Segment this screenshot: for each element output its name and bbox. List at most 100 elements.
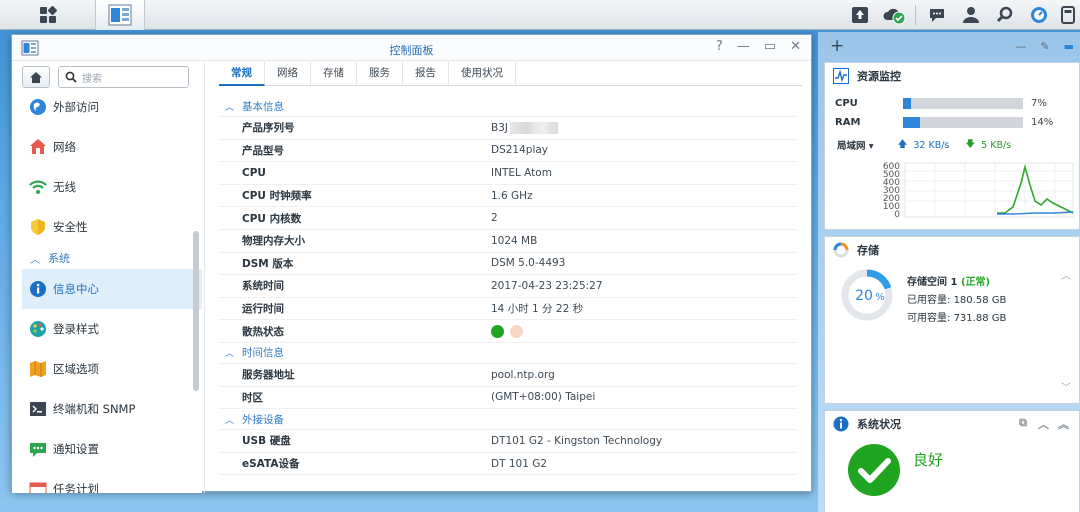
- sidebar-section-system[interactable]: ︿ 系统: [22, 247, 202, 269]
- user-button[interactable]: [954, 0, 988, 30]
- widget-panel-icon: [1061, 6, 1075, 24]
- sidebar-item-external-access[interactable]: 外部访问: [22, 87, 202, 127]
- chevron-up-icon: ︿: [225, 415, 235, 426]
- minimize-button[interactable]: —: [737, 39, 750, 54]
- cpu-percent: 7%: [1031, 98, 1047, 109]
- widget-panel: + — ✎ ▬ 资源监控 CPU 7% RAM 14% 局域网 ▾ 🡅 32 K…: [818, 32, 1080, 512]
- taskbar-divider: [915, 5, 916, 25]
- dashboard-button[interactable]: [1022, 0, 1056, 30]
- section-title: 基本信息: [242, 100, 285, 113]
- row-key: CPU 内核数: [242, 212, 302, 225]
- widget-panel-button[interactable]: [1056, 0, 1080, 30]
- chat-button[interactable]: [920, 0, 954, 30]
- control-panel-window: 控制面板 ? — ▭ ✕ 搜索 外部访问 网络 无线 安全性 ︿ 系统 信息中心…: [11, 34, 812, 493]
- close-button[interactable]: ✕: [790, 39, 801, 54]
- section-title: 时间信息: [242, 347, 285, 360]
- section-external-devices[interactable]: ︿ 外接设备: [219, 409, 797, 431]
- home-button[interactable]: [22, 66, 50, 88]
- tab-storage[interactable]: 存储: [311, 62, 357, 86]
- sidebar-scrollbar[interactable]: [193, 231, 199, 391]
- scroll-up-arrow[interactable]: ︿: [1061, 267, 1071, 282]
- sidebar-item-label: 任务计划: [53, 482, 99, 493]
- section-title: 外接设备: [242, 413, 285, 426]
- network-speed-row: 局域网 ▾ 🡅 32 KB/s 🡇 5 KB/s: [837, 137, 1011, 153]
- used-capacity-value: 180.58 GB: [953, 295, 1007, 306]
- scroll-down-arrow[interactable]: ﹀: [1061, 379, 1071, 394]
- wifi-icon: [28, 177, 48, 197]
- control-panel-taskbar-button[interactable]: [95, 0, 145, 30]
- row-value: DT 101 G2: [491, 457, 548, 470]
- sidebar-search-input[interactable]: 搜索: [58, 66, 189, 88]
- cpu-progress-bar: [903, 98, 1023, 109]
- system-health-header[interactable]: 系统状况 ⧉ ︿ ︽: [825, 411, 1079, 437]
- ram-label: RAM: [835, 117, 861, 128]
- tab-general[interactable]: 常规: [219, 62, 265, 86]
- window-titlebar[interactable]: 控制面板 ? — ▭ ✕: [12, 35, 811, 61]
- network-select[interactable]: 局域网 ▾: [837, 138, 874, 152]
- home-icon: [30, 71, 42, 83]
- minimize-widgets-button[interactable]: —: [1015, 40, 1026, 53]
- grid-icon: [39, 5, 57, 23]
- row-key: 时区: [242, 391, 263, 404]
- cloud-status-button[interactable]: [877, 0, 911, 30]
- thermal-status-dot-normal: [491, 324, 504, 338]
- terminal-icon: [28, 399, 48, 419]
- table-row: CPU 时钟频率 1.6 GHz: [219, 185, 797, 208]
- sidebar-item-network[interactable]: 网络: [22, 127, 202, 167]
- tab-usage[interactable]: 使用状况: [449, 62, 516, 86]
- help-button[interactable]: ?: [716, 39, 723, 54]
- info-center-content: 常规 网络 存储 服务 报告 使用状况 ︿ 基本信息 产品序列号 B3J 产品型…: [204, 62, 811, 493]
- sidebar-item-regional-options[interactable]: 区域选项: [22, 349, 202, 389]
- section-time-info[interactable]: ︿ 时间信息: [219, 343, 797, 364]
- pin-icon[interactable]: ✎: [1040, 40, 1049, 53]
- section-basic-info[interactable]: ︿ 基本信息: [219, 96, 797, 117]
- sidebar-item-task-scheduler[interactable]: 任务计划: [22, 469, 202, 493]
- sidebar-item-label: 通知设置: [53, 442, 99, 456]
- sidebar-item-login-style[interactable]: 登录样式: [22, 309, 202, 349]
- sidebar-item-label: 无线: [53, 180, 76, 194]
- search-button[interactable]: [988, 0, 1022, 30]
- open-window-icon[interactable]: ⧉: [1019, 416, 1027, 430]
- chevron-up-icon: ︿: [225, 349, 235, 360]
- tab-network[interactable]: 网络: [265, 62, 311, 86]
- search-placeholder: 搜索: [82, 73, 102, 85]
- table-row: 产品序列号 B3J: [219, 117, 797, 140]
- download-speed: 5 KB/s: [981, 139, 1012, 151]
- add-widget-button[interactable]: +: [830, 36, 844, 56]
- free-capacity-value: 731.88 GB: [953, 313, 1007, 324]
- resource-monitor-header[interactable]: 资源监控: [825, 63, 1079, 89]
- storage-donut-chart: 20 %: [841, 269, 893, 321]
- widget-layout-icon[interactable]: ▬: [1064, 40, 1074, 53]
- collapse-all-icon[interactable]: ︽: [1058, 416, 1069, 432]
- row-key: 运行时间: [242, 303, 284, 316]
- row-key: 系统时间: [242, 280, 284, 293]
- resource-monitor-icon: [833, 68, 849, 84]
- main-menu-button[interactable]: [0, 0, 95, 30]
- collapse-icon[interactable]: ︿: [1038, 416, 1049, 432]
- tab-services[interactable]: 服务: [357, 62, 403, 86]
- info-table: ︿ 基本信息 产品序列号 B3J 产品型号 DS214play CPU INTE…: [219, 96, 797, 476]
- upload-button[interactable]: [843, 0, 877, 30]
- sidebar-item-security[interactable]: 安全性: [22, 207, 202, 247]
- sidebar-item-label: 登录样式: [53, 322, 99, 336]
- used-capacity-row: 已用容量: 180.58 GB: [907, 291, 1006, 306]
- row-key: CPU 时钟频率: [242, 190, 312, 203]
- storage-header[interactable]: 存储: [825, 237, 1079, 263]
- sidebar-item-notification[interactable]: 通知设置: [22, 429, 202, 469]
- ram-percent: 14%: [1031, 117, 1054, 128]
- sidebar-item-terminal-snmp[interactable]: 终端机和 SNMP: [22, 389, 202, 429]
- maximize-button[interactable]: ▭: [764, 39, 776, 54]
- tab-bar: 常规 网络 存储 服务 报告 使用状况: [219, 62, 802, 86]
- row-key: 物理内存大小: [242, 235, 305, 248]
- row-key: eSATA设备: [242, 458, 300, 471]
- sidebar-item-info-center[interactable]: 信息中心: [22, 269, 202, 309]
- tab-reports[interactable]: 报告: [403, 62, 449, 86]
- table-row: CPU 内核数 2: [219, 207, 797, 230]
- storage-percent-sign: %: [875, 292, 885, 303]
- sidebar-item-wireless[interactable]: 无线: [22, 167, 202, 207]
- row-value: DSM 5.0-4493: [491, 257, 566, 270]
- upload-speed: 32 KB/s: [913, 139, 950, 151]
- cpu-usage-row: CPU 7%: [835, 98, 1047, 109]
- free-capacity-label: 可用容量:: [907, 313, 951, 324]
- widget-title: 存储: [857, 244, 879, 257]
